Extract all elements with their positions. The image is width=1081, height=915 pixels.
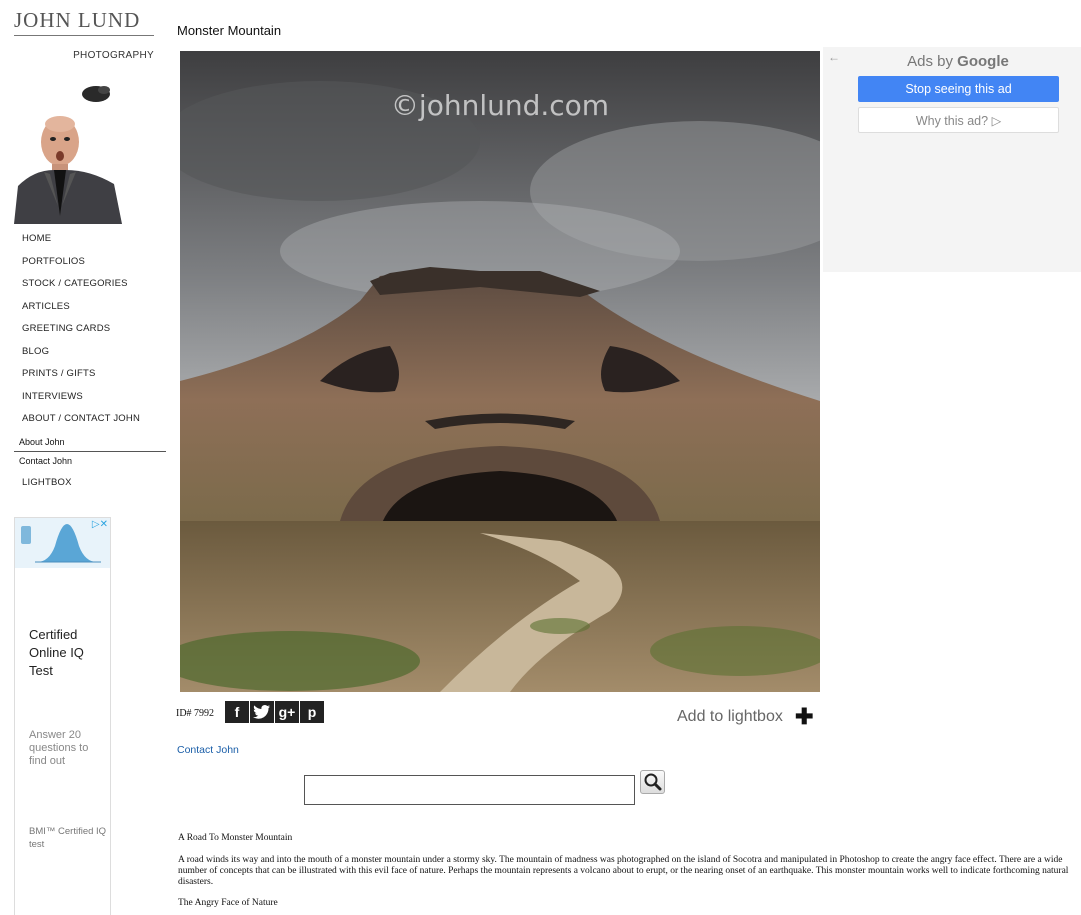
logo-name[interactable]: JOHN LUND bbox=[14, 8, 154, 36]
pinterest-icon[interactable]: p bbox=[300, 701, 324, 723]
nav-prints-gifts[interactable]: PRINTS / GIFTS bbox=[14, 365, 166, 388]
nav-blog[interactable]: BLOG bbox=[14, 343, 166, 366]
google-plus-icon[interactable]: g+ bbox=[275, 701, 299, 723]
play-triangle-icon: ▷ bbox=[991, 114, 1002, 128]
right-ad-panel: ← Ads by Google Stop seeing this ad Why … bbox=[823, 47, 1081, 272]
ad-description[interactable]: Answer 20 questions to find out bbox=[29, 729, 107, 768]
contact-john-link[interactable]: Contact John bbox=[177, 744, 239, 756]
ad-title[interactable]: Certified Online IQ Test bbox=[29, 626, 107, 680]
page-title: Monster Mountain bbox=[177, 23, 282, 38]
nav-articles[interactable]: ARTICLES bbox=[14, 298, 166, 321]
logo-subtitle: PHOTOGRAPHY bbox=[73, 50, 154, 61]
nav-greeting-cards[interactable]: GREETING CARDS bbox=[14, 320, 166, 343]
why-this-ad-label: Why this ad? bbox=[915, 114, 989, 128]
main-photo: ©johnlund.com bbox=[180, 51, 820, 692]
photo-watermark: ©johnlund.com bbox=[390, 89, 610, 122]
description-footer: The Angry Face of Nature bbox=[178, 898, 278, 908]
share-buttons: f g+ p bbox=[225, 701, 324, 723]
ad-brand[interactable]: BMI™ Certified IQ test bbox=[29, 825, 107, 851]
search-button[interactable] bbox=[640, 770, 665, 794]
nav-contact-john[interactable]: Contact John bbox=[14, 452, 166, 470]
nav-interviews[interactable]: INTERVIEWS bbox=[14, 388, 166, 411]
nav-about-john[interactable]: About John bbox=[14, 433, 166, 452]
ads-by-prefix: Ads by bbox=[907, 53, 953, 70]
why-this-ad-button[interactable]: Why this ad? ▷ bbox=[858, 107, 1059, 133]
ad-thumbnail[interactable]: ▷✕ bbox=[15, 518, 110, 568]
stop-seeing-ad-button[interactable]: Stop seeing this ad bbox=[858, 76, 1059, 102]
adchoices-icon[interactable]: ▷✕ bbox=[92, 519, 108, 530]
plus-icon[interactable]: ✚ bbox=[795, 706, 813, 728]
search-icon bbox=[644, 773, 662, 791]
twitter-icon[interactable] bbox=[250, 701, 274, 723]
nav-home[interactable]: HOME bbox=[14, 230, 166, 253]
nav-about-contact[interactable]: ABOUT / CONTACT JOHN bbox=[14, 410, 166, 433]
site-logo[interactable]: JOHN LUND bbox=[14, 8, 154, 36]
left-ad[interactable]: ▷✕ Certified Online IQ Test Answer 20 qu… bbox=[14, 517, 111, 915]
description-body: A road winds its way and into the mouth … bbox=[178, 855, 1069, 887]
nav-lightbox[interactable]: LIGHTBOX bbox=[14, 474, 166, 497]
search-input[interactable] bbox=[304, 775, 635, 805]
main-nav: HOME PORTFOLIOS STOCK / CATEGORIES ARTIC… bbox=[14, 230, 166, 496]
author-portrait bbox=[14, 66, 128, 224]
google-logo: Google bbox=[957, 53, 1009, 70]
add-to-lightbox-link[interactable]: Add to lightbox bbox=[677, 708, 783, 726]
image-id: ID# 7992 bbox=[176, 708, 215, 719]
ads-by-google: Ads by Google bbox=[823, 53, 1081, 70]
facebook-icon[interactable]: f bbox=[225, 701, 249, 723]
description-heading: A Road To Monster Mountain bbox=[178, 833, 293, 843]
nav-stock-categories[interactable]: STOCK / CATEGORIES bbox=[14, 275, 166, 298]
nav-portfolios[interactable]: PORTFOLIOS bbox=[14, 253, 166, 276]
